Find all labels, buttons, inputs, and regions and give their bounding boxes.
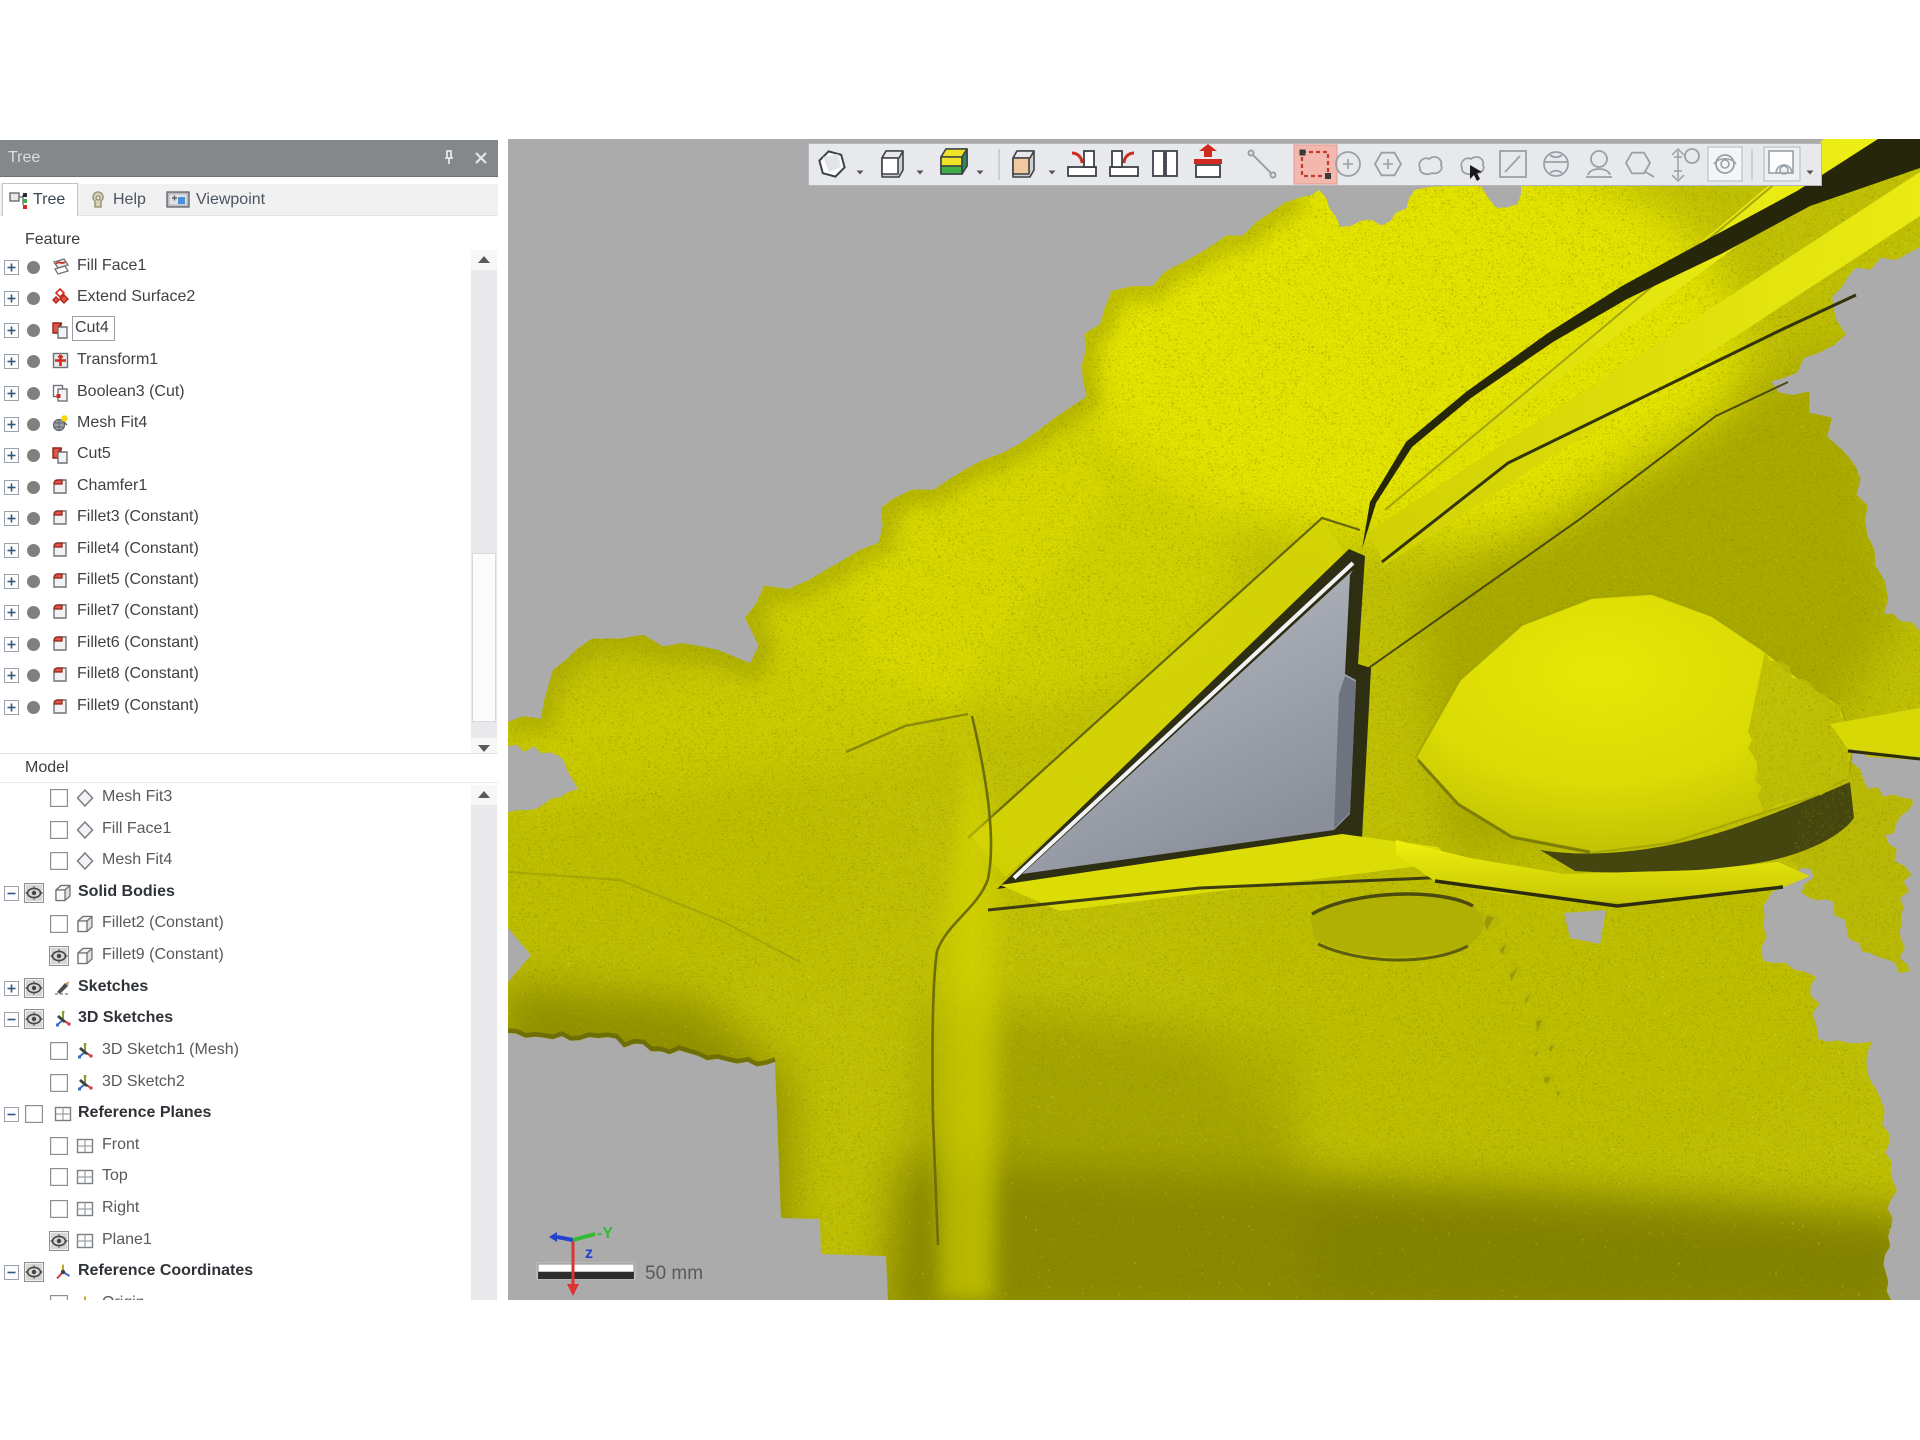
- svg-text:-Y: -Y: [597, 1225, 613, 1242]
- svg-text:50 mm: 50 mm: [645, 1263, 703, 1284]
- svg-text:z: z: [585, 1245, 593, 1262]
